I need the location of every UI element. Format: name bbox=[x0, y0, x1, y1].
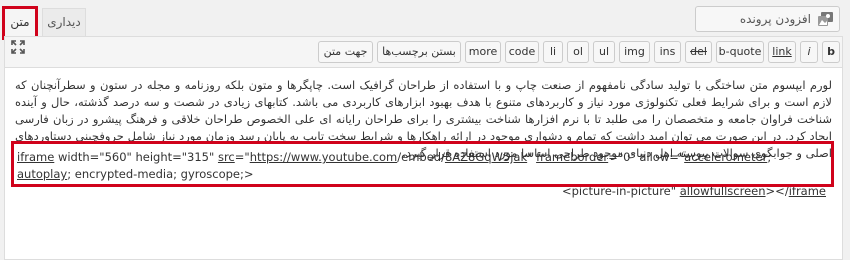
bold-button[interactable]: b bbox=[822, 41, 840, 63]
media-icon bbox=[818, 12, 833, 26]
close-tags-button[interactable]: بستن برچسب‌ها bbox=[377, 41, 461, 63]
ins-button[interactable]: ins bbox=[654, 41, 681, 63]
quicktags-toolbar: جهت متن بستن برچسب‌ها more code li ol ul… bbox=[5, 37, 842, 68]
ul-button[interactable]: ul bbox=[593, 41, 615, 63]
add-media-button[interactable]: افزودن پرونده چندرسانه‌ای bbox=[695, 6, 840, 50]
img-button[interactable]: img bbox=[619, 41, 650, 63]
tab-visual[interactable]: دیداری bbox=[42, 8, 86, 36]
li-button[interactable]: li bbox=[543, 41, 563, 63]
text-tab-highlight bbox=[2, 6, 38, 40]
link-button[interactable]: link bbox=[768, 41, 796, 63]
blockquote-button[interactable]: b-quote bbox=[716, 41, 764, 63]
editor-area[interactable]: جهت متن بستن برچسب‌ها more code li ol ul… bbox=[4, 36, 843, 260]
code-highlight bbox=[11, 141, 834, 187]
editor-header: دیداری متن افزودن پرونده چندرسانه‌ای bbox=[0, 0, 850, 50]
del-button[interactable]: del bbox=[685, 41, 712, 63]
fullscreen-icon[interactable] bbox=[11, 40, 25, 54]
ol-button[interactable]: ol bbox=[567, 41, 589, 63]
italic-button[interactable]: i bbox=[800, 41, 818, 63]
more-button[interactable]: more bbox=[465, 41, 501, 63]
code-button[interactable]: code bbox=[505, 41, 539, 63]
text-direction-button[interactable]: جهت متن bbox=[318, 41, 373, 63]
